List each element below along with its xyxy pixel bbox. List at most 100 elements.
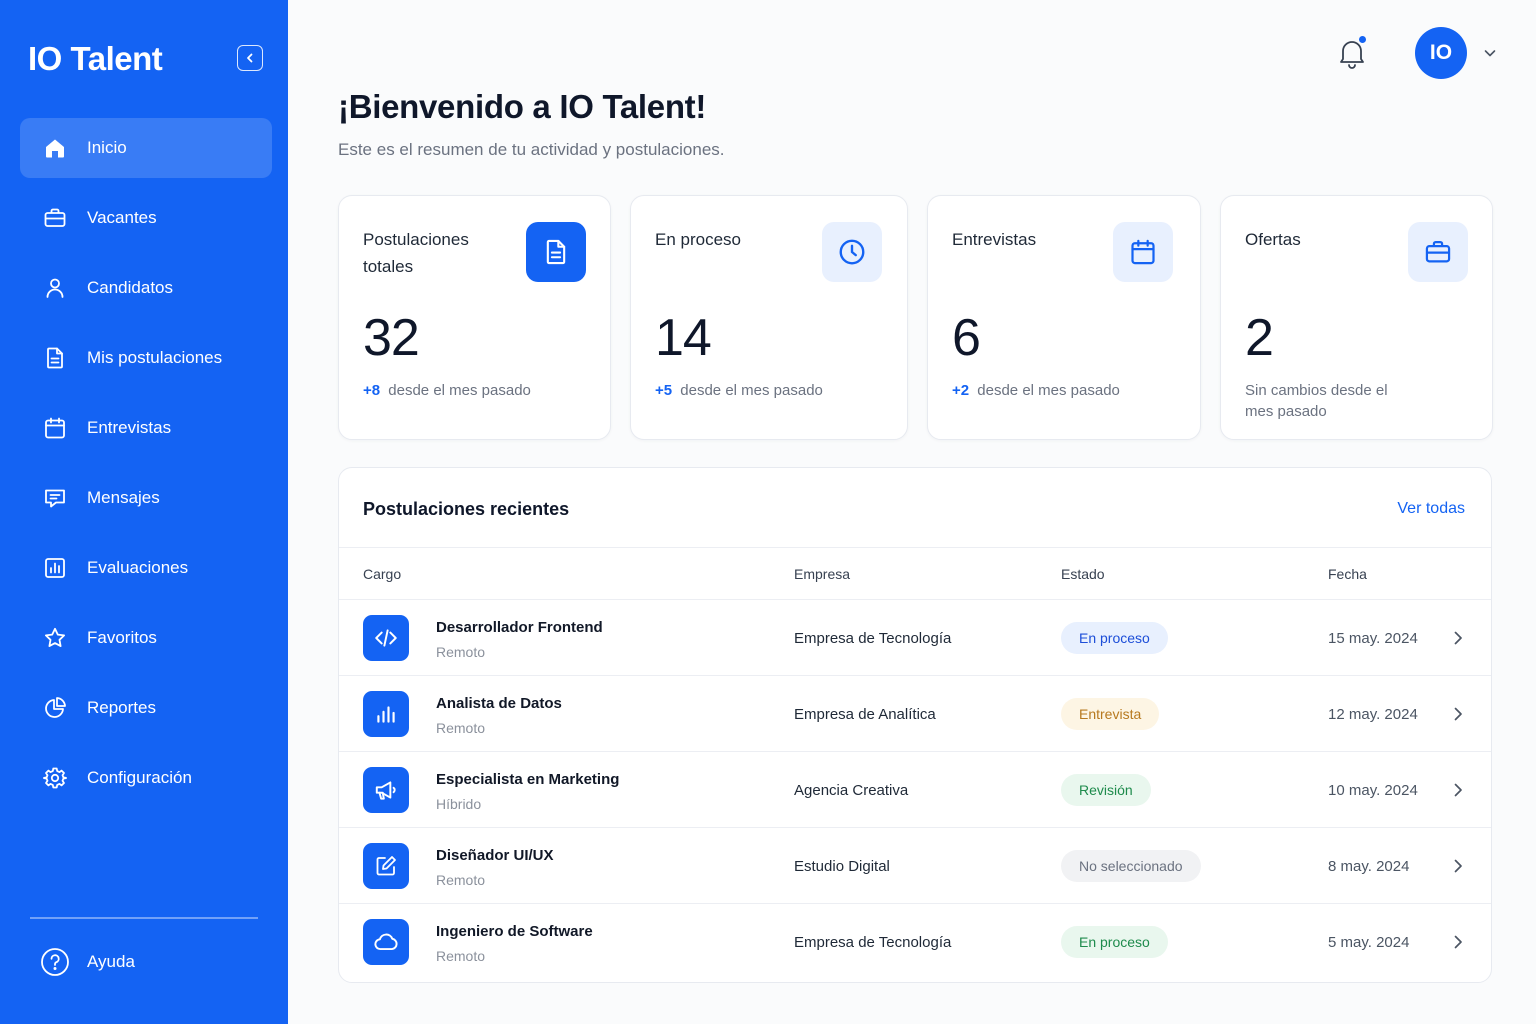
stat-card-entrevistas: Entrevistas 6 +2 desde el mes pasado <box>927 195 1201 440</box>
sidebar-item-configuracion[interactable]: Configuración <box>20 748 272 808</box>
company: Estudio Digital <box>794 858 890 875</box>
avatar[interactable]: IO <box>1415 27 1467 79</box>
table-row[interactable]: Analista de Datos Remoto Empresa de Anal… <box>339 676 1491 752</box>
sidebar-item-favoritos[interactable]: Favoritos <box>20 608 272 668</box>
stat-label: Ofertas <box>1245 230 1301 249</box>
chevron-right-icon[interactable] <box>1449 705 1467 723</box>
stat-delta-text: desde el mes pasado <box>388 382 531 399</box>
table-row[interactable]: Ingeniero de Software Remoto Empresa de … <box>339 904 1491 980</box>
table-row[interactable]: Desarrollador Frontend Remoto Empresa de… <box>339 600 1491 676</box>
stat-delta-number: +2 <box>952 382 970 399</box>
column-header-empresa[interactable]: Empresa <box>794 566 850 582</box>
chevron-right-icon[interactable] <box>1449 933 1467 951</box>
sidebar-item-label: Reportes <box>87 698 156 717</box>
job-mode: Remoto <box>436 644 486 660</box>
table-row[interactable]: Diseñador UI/UX Remoto Estudio Digital N… <box>339 828 1491 904</box>
stat-delta-text: desde el mes pasado <box>977 382 1120 399</box>
clock-icon <box>822 222 882 282</box>
sidebar-item-candidatos[interactable]: Candidatos <box>20 258 272 318</box>
sidebar-item-label: Candidatos <box>87 278 174 297</box>
job-title: Desarrollador Frontend <box>436 619 603 636</box>
chevron-right-icon[interactable] <box>1449 629 1467 647</box>
sidebar-item-label: Favoritos <box>87 628 157 647</box>
status-badge: Entrevista <box>1061 698 1160 730</box>
stat-delta: +8 desde el mes pasado <box>363 380 533 401</box>
sidebar-item-label: Mensajes <box>87 488 160 507</box>
table-row[interactable]: Especialista en Marketing Híbrido Agenci… <box>339 752 1491 828</box>
job-mode: Remoto <box>436 948 486 964</box>
stat-delta-number: +5 <box>655 382 673 399</box>
job-mode: Remoto <box>436 720 486 736</box>
date: 10 may. 2024 <box>1328 782 1418 799</box>
message-icon <box>42 485 68 511</box>
job-title: Ingeniero de Software <box>436 923 593 940</box>
stat-label: Postulaciones totales <box>363 230 469 276</box>
sidebar-item-label: Vacantes <box>87 208 157 227</box>
help-label: Ayuda <box>87 952 135 971</box>
job-title: Diseñador UI/UX <box>436 847 554 864</box>
sidebar-item-label: Entrevistas <box>87 418 172 437</box>
notifications-button[interactable] <box>1336 35 1368 70</box>
sidebar-item-reportes[interactable]: Reportes <box>20 678 272 738</box>
stat-card-postulaciones: Postulaciones totales 32 +8 desde el mes… <box>338 195 611 440</box>
date: 8 may. 2024 <box>1328 858 1410 875</box>
recent-applications-panel: Postulaciones recientes Ver todas Cargo … <box>338 467 1492 983</box>
pencil-square-icon <box>363 843 409 889</box>
sidebar-item-label: Mis postulaciones <box>87 348 223 367</box>
page-subtitle: Este es el resumen de tu actividad y pos… <box>338 140 725 159</box>
table-header: Cargo Empresa Estado Fecha <box>339 548 1491 600</box>
stat-value: 14 <box>655 309 712 367</box>
home-icon <box>42 135 68 161</box>
chevron-left-icon <box>247 53 253 63</box>
collapse-sidebar-button[interactable] <box>237 45 263 71</box>
sidebar-item-entrevistas[interactable]: Entrevistas <box>20 398 272 458</box>
status-badge: En proceso <box>1061 622 1168 654</box>
sidebar-nav: Inicio Vacantes Candidatos Mis postulaci… <box>20 118 272 818</box>
status-badge: Revisión <box>1061 774 1151 806</box>
briefcase-icon <box>42 205 68 231</box>
date: 12 may. 2024 <box>1328 706 1418 723</box>
stat-card-ofertas: Ofertas 2 Sin cambios desde el mes pasad… <box>1220 195 1493 440</box>
sidebar-item-mis-postulaciones[interactable]: Mis postulaciones <box>20 328 272 388</box>
job-title: Analista de Datos <box>436 695 562 712</box>
job-mode: Híbrido <box>436 796 482 812</box>
sidebar-item-evaluaciones[interactable]: Evaluaciones <box>20 538 272 598</box>
company: Empresa de Tecnología <box>794 630 952 647</box>
job-mode: Remoto <box>436 872 486 888</box>
chevron-down-icon[interactable] <box>1482 45 1498 61</box>
gear-icon <box>42 765 68 791</box>
sidebar-divider <box>30 917 258 919</box>
stat-delta: +5 desde el mes pasado <box>655 380 825 401</box>
document-icon <box>42 345 68 371</box>
sidebar-item-vacantes[interactable]: Vacantes <box>20 188 272 248</box>
briefcase-icon <box>1408 222 1468 282</box>
sidebar: IO Talent Inicio Vacantes Candidatos Mis… <box>0 0 288 1024</box>
stat-value: 32 <box>363 309 420 367</box>
see-all-link[interactable]: Ver todas <box>1397 500 1465 518</box>
stat-value: 2 <box>1245 309 1274 367</box>
column-header-fecha[interactable]: Fecha <box>1328 566 1367 582</box>
sidebar-item-label: Configuración <box>87 768 192 787</box>
stat-delta-text: desde el mes pasado <box>680 382 823 399</box>
help-circle-icon <box>40 947 70 977</box>
chevron-right-icon[interactable] <box>1449 857 1467 875</box>
calendar-icon <box>1113 222 1173 282</box>
help-link[interactable]: Ayuda <box>40 947 135 977</box>
column-header-cargo[interactable]: Cargo <box>363 566 401 582</box>
cloud-icon <box>363 919 409 965</box>
user-icon <box>42 275 68 301</box>
notification-dot <box>1358 35 1367 44</box>
panel-header: Postulaciones recientes Ver todas <box>339 468 1491 548</box>
status-badge: En proceso <box>1061 926 1168 958</box>
company: Empresa de Analítica <box>794 706 936 723</box>
stat-label: En proceso <box>655 230 741 249</box>
sidebar-item-label: Inicio <box>87 138 127 157</box>
calendar-icon <box>42 415 68 441</box>
column-header-estado[interactable]: Estado <box>1061 566 1105 582</box>
sidebar-item-mensajes[interactable]: Mensajes <box>20 468 272 528</box>
chevron-right-icon[interactable] <box>1449 781 1467 799</box>
star-icon <box>42 625 68 651</box>
company: Agencia Creativa <box>794 782 909 799</box>
sidebar-item-inicio[interactable]: Inicio <box>20 118 272 178</box>
stat-delta-number: +8 <box>363 382 381 399</box>
